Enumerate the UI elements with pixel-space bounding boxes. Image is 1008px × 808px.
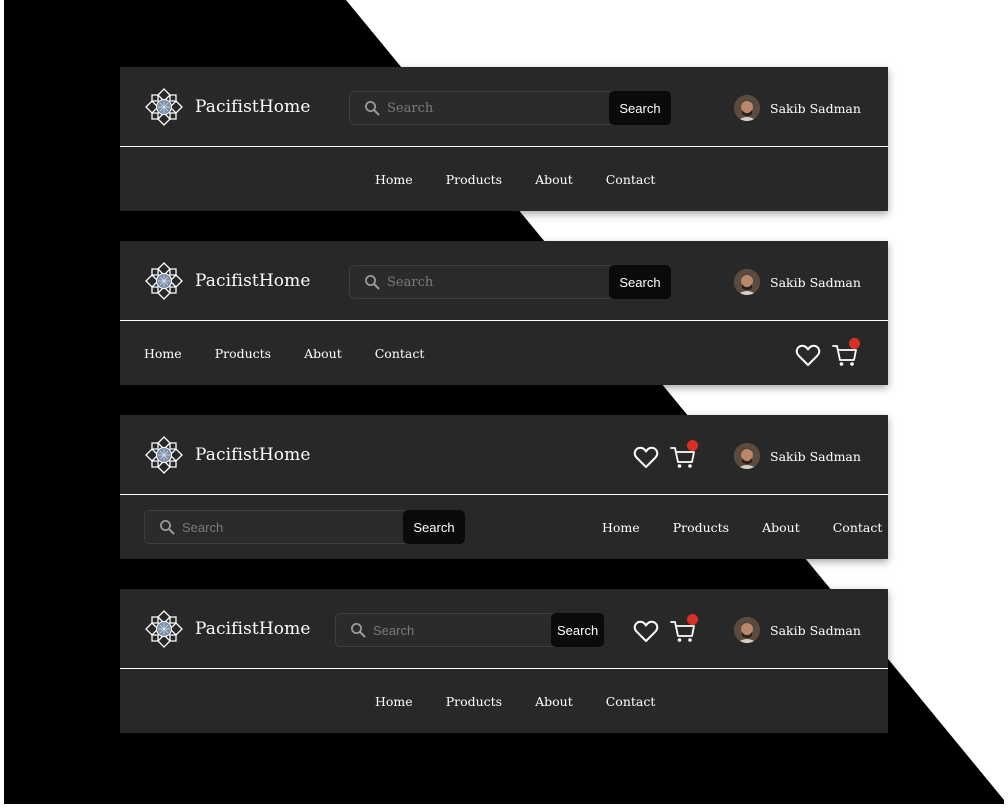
brand[interactable]: PacifistHome: [144, 435, 311, 475]
nav-item-contact[interactable]: Contact: [833, 520, 883, 535]
nav-item-about[interactable]: About: [535, 172, 573, 187]
user-profile[interactable]: Sakib Sadman: [734, 615, 861, 645]
cart-notification-badge: [849, 338, 860, 349]
nav-item-about[interactable]: About: [762, 520, 800, 535]
cart-button[interactable]: [669, 440, 698, 471]
lotus-logo-icon: [145, 610, 183, 648]
search-bar: Search: [349, 265, 671, 299]
navbar-variant-3: PacifistHome Sakib Sadman Search Search …: [120, 415, 888, 559]
search-bar: Search: [335, 613, 605, 647]
wishlist-button[interactable]: [632, 617, 660, 645]
nav-item-contact[interactable]: Contact: [606, 172, 656, 187]
search-input[interactable]: [380, 99, 609, 117]
lotus-logo-icon: [145, 436, 183, 474]
brand-name: PacifistHome: [195, 445, 311, 465]
user-name: Sakib Sadman: [770, 274, 861, 290]
brand[interactable]: PacifistHome: [144, 609, 311, 649]
search-input[interactable]: [175, 518, 403, 536]
nav-item-home[interactable]: Home: [375, 172, 413, 187]
main-nav: Home Products About Contact: [375, 669, 655, 733]
avatar: [734, 617, 760, 643]
brand-name: PacifistHome: [195, 271, 311, 291]
nav-item-home[interactable]: Home: [144, 346, 182, 361]
search-button[interactable]: Search: [403, 510, 465, 544]
wishlist-button[interactable]: [632, 443, 660, 471]
nav-item-products[interactable]: Products: [673, 520, 729, 535]
heart-icon: [633, 446, 659, 468]
cart-notification-badge: [687, 614, 698, 625]
main-nav: Home Products About Contact: [144, 321, 424, 385]
user-profile[interactable]: Sakib Sadman: [734, 267, 861, 297]
search-icon: [365, 275, 380, 290]
navbar-variant-2: PacifistHome Search Search Sakib Sadman …: [120, 241, 888, 385]
heart-icon: [795, 344, 821, 366]
nav-item-products[interactable]: Products: [446, 694, 502, 709]
user-name: Sakib Sadman: [770, 100, 861, 116]
brand-name: PacifistHome: [195, 97, 311, 117]
search-icon: [365, 101, 380, 116]
heart-icon: [633, 620, 659, 642]
search-input[interactable]: [380, 273, 609, 291]
search-button[interactable]: Search: [551, 613, 605, 647]
nav-item-home[interactable]: Home: [602, 520, 640, 535]
avatar: [734, 95, 760, 121]
lotus-logo-icon: [145, 88, 183, 126]
nav-item-contact[interactable]: Contact: [375, 346, 425, 361]
nav-item-about[interactable]: About: [535, 694, 573, 709]
search-input[interactable]: [366, 621, 551, 639]
cart-button[interactable]: [669, 614, 698, 645]
cart-notification-badge: [687, 440, 698, 451]
brand[interactable]: PacifistHome: [144, 261, 311, 301]
search-bar: Search: [349, 91, 671, 125]
user-name: Sakib Sadman: [770, 448, 861, 464]
search-button[interactable]: Search: [609, 265, 671, 299]
wishlist-button[interactable]: [794, 341, 822, 369]
brand-name: PacifistHome: [195, 619, 311, 639]
search-icon: [351, 623, 366, 638]
navbar-variant-1: PacifistHome Search Search Sakib Sadman …: [120, 67, 888, 211]
avatar: [734, 269, 760, 295]
canvas: PacifistHome Search Search Sakib Sadman …: [4, 0, 1004, 804]
user-name: Sakib Sadman: [770, 622, 861, 638]
search-icon: [160, 520, 175, 535]
nav-item-contact[interactable]: Contact: [606, 694, 656, 709]
navbar-variant-4: PacifistHome Search Search Sakib Sadman …: [120, 589, 888, 733]
main-nav: Home Products About Contact: [375, 147, 655, 211]
cart-button[interactable]: [831, 338, 860, 369]
nav-item-products[interactable]: Products: [446, 172, 502, 187]
nav-item-about[interactable]: About: [304, 346, 342, 361]
brand[interactable]: PacifistHome: [144, 87, 311, 127]
search-bar: Search: [144, 510, 465, 544]
lotus-logo-icon: [145, 262, 183, 300]
user-profile[interactable]: Sakib Sadman: [734, 441, 861, 471]
search-button[interactable]: Search: [609, 91, 671, 125]
avatar: [734, 443, 760, 469]
nav-item-home[interactable]: Home: [375, 694, 413, 709]
main-nav: Home Products About Contact: [602, 495, 882, 559]
nav-item-products[interactable]: Products: [215, 346, 271, 361]
user-profile[interactable]: Sakib Sadman: [734, 93, 861, 123]
